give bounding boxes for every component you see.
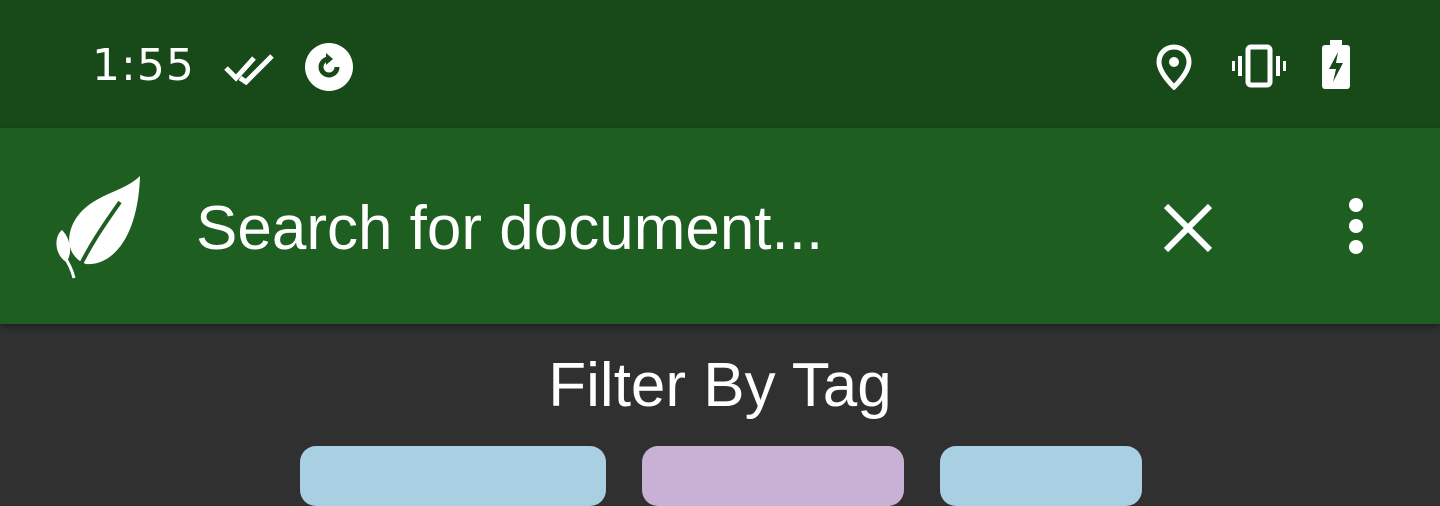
close-icon[interactable] <box>1162 202 1214 254</box>
tag-chip[interactable] <box>642 446 904 506</box>
search-input[interactable] <box>196 188 1116 268</box>
search-toolbar <box>0 128 1440 324</box>
location-icon <box>1156 44 1192 90</box>
battery-charging-icon <box>1322 40 1350 89</box>
sync-icon <box>305 43 353 91</box>
tag-chip[interactable] <box>940 446 1142 506</box>
vibrate-icon <box>1232 44 1286 88</box>
leaf-icon <box>56 176 140 279</box>
double-check-icon <box>224 54 274 86</box>
more-vertical-icon[interactable] <box>1342 196 1370 256</box>
tag-chip[interactable] <box>300 446 606 506</box>
status-time: 1:55 <box>92 40 195 91</box>
status-bar: 1:55 <box>0 0 1440 128</box>
filter-title: Filter By Tag <box>548 351 892 420</box>
